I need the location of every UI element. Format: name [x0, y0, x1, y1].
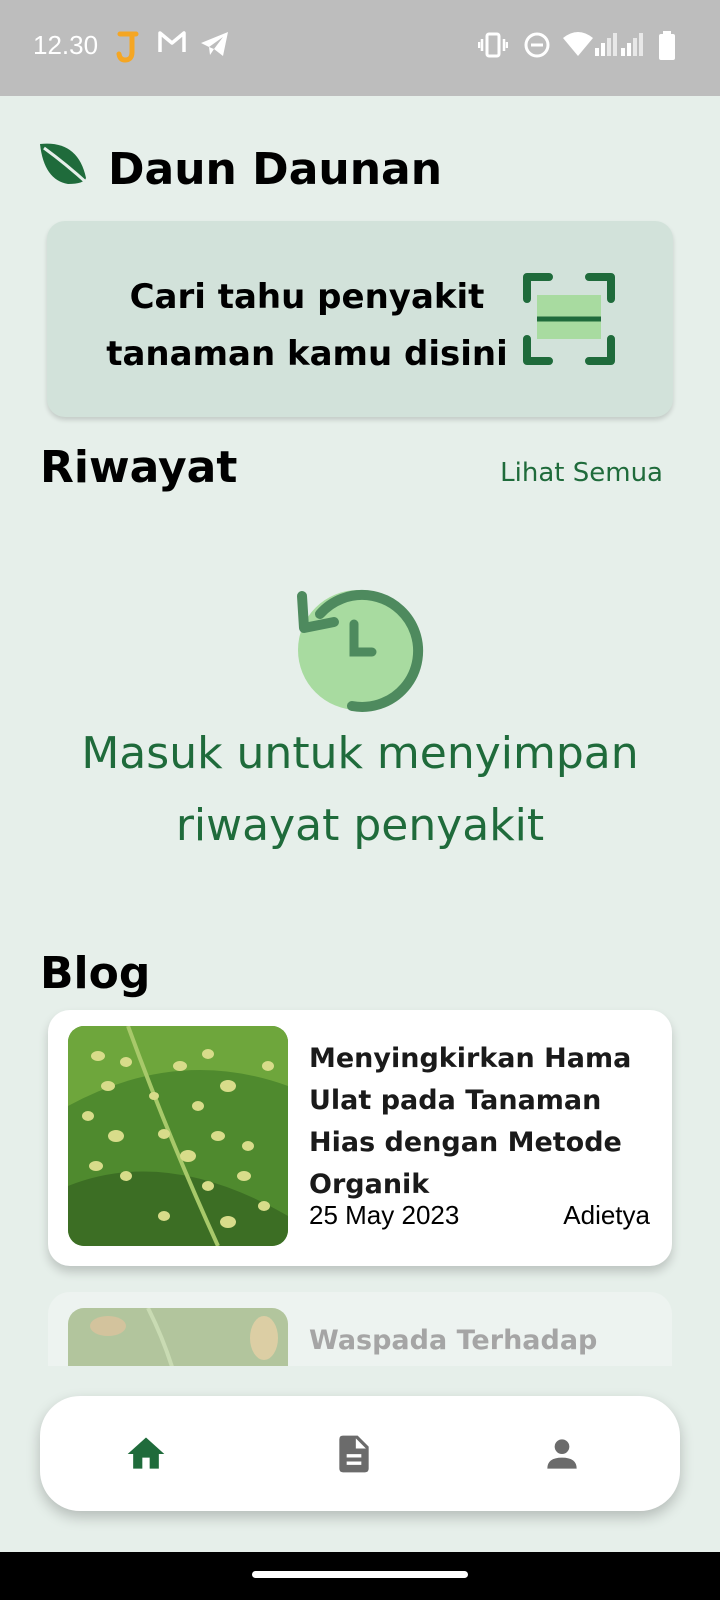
blog-thumbnail [68, 1026, 288, 1246]
profile-icon[interactable] [540, 1432, 584, 1476]
blog-list: Menyingkirkan Hama Ulat pada Tanaman Hia… [0, 0, 720, 1366]
blog-title: Menyingkirkan Hama Ulat pada Tanaman Hia… [309, 1043, 632, 1200]
home-icon[interactable] [124, 1432, 168, 1476]
document-icon[interactable] [332, 1432, 376, 1476]
bottom-nav [40, 1396, 680, 1511]
blog-date: 25 May 2023 [309, 1200, 460, 1230]
blog-thumbnail [68, 1308, 288, 1366]
blog-title: Waspada Terhadap [309, 1325, 598, 1356]
blog-card[interactable]: Waspada Terhadap [48, 1292, 672, 1366]
blog-card[interactable]: Menyingkirkan Hama Ulat pada Tanaman Hia… [48, 1010, 672, 1266]
system-navigation-bar [0, 1552, 720, 1600]
blog-author: Adietya [563, 1200, 650, 1230]
home-gesture-handle[interactable] [252, 1571, 468, 1578]
